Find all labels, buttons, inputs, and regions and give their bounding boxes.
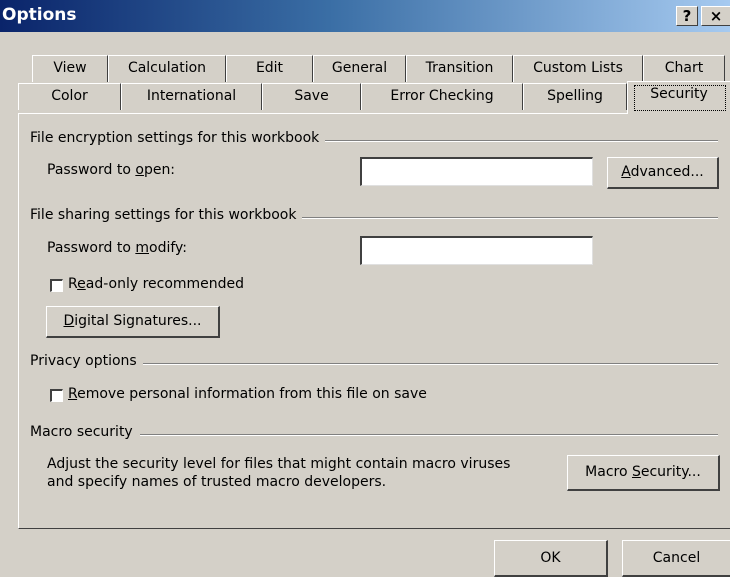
advanced-button[interactable]: Advanced... [607, 157, 719, 189]
password-modify-label: Password to modify: [47, 240, 188, 256]
sharing-section-title: File sharing settings for this workbook [30, 207, 303, 223]
readonly-label[interactable]: Read-only recommended [68, 276, 244, 292]
title-bar: Options ? × [0, 0, 730, 32]
help-button[interactable]: ? [676, 6, 698, 26]
tab-edit[interactable]: Edit [226, 55, 313, 82]
close-button[interactable]: × [701, 6, 730, 26]
cancel-button[interactable]: Cancel [622, 540, 730, 577]
tab-save[interactable]: Save [262, 83, 361, 110]
tab-custom-lists[interactable]: Custom Lists [513, 55, 643, 82]
macro-description-line2: and specify names of trusted macro devel… [47, 474, 387, 490]
password-open-label: Password to open: [47, 162, 176, 178]
tab-spelling[interactable]: Spelling [523, 83, 627, 110]
tab-security-focus [634, 85, 726, 111]
tab-international[interactable]: International [121, 83, 262, 110]
tab-security[interactable]: Security [627, 81, 730, 114]
remove-info-checkbox[interactable] [50, 389, 63, 402]
tab-general[interactable]: General [313, 55, 406, 82]
privacy-group-line [140, 363, 718, 365]
digital-signatures-button[interactable]: Digital Signatures... [46, 306, 220, 338]
encryption-group-line [300, 140, 718, 142]
remove-info-label[interactable]: Remove personal information from this fi… [68, 386, 427, 402]
macro-section-title: Macro security [30, 424, 139, 440]
macro-security-button[interactable]: Macro Security... [567, 455, 720, 491]
tab-calculation[interactable]: Calculation [108, 55, 226, 82]
window-title: Options [2, 5, 77, 25]
sharing-group-line [300, 217, 718, 219]
tab-color[interactable]: Color [18, 83, 121, 110]
privacy-section-title: Privacy options [30, 353, 143, 369]
readonly-checkbox[interactable] [50, 279, 63, 292]
tab-error-checking[interactable]: Error Checking [361, 83, 523, 110]
macro-group-line [140, 434, 718, 436]
encryption-section-title: File encryption settings for this workbo… [30, 130, 326, 146]
password-modify-input[interactable] [360, 236, 593, 265]
macro-description-line1: Adjust the security level for files that… [47, 456, 511, 472]
tab-view[interactable]: View [32, 55, 108, 82]
ok-button[interactable]: OK [494, 540, 608, 577]
tab-transition[interactable]: Transition [406, 55, 513, 82]
password-open-input[interactable] [360, 157, 593, 186]
tab-chart[interactable]: Chart [643, 55, 725, 82]
